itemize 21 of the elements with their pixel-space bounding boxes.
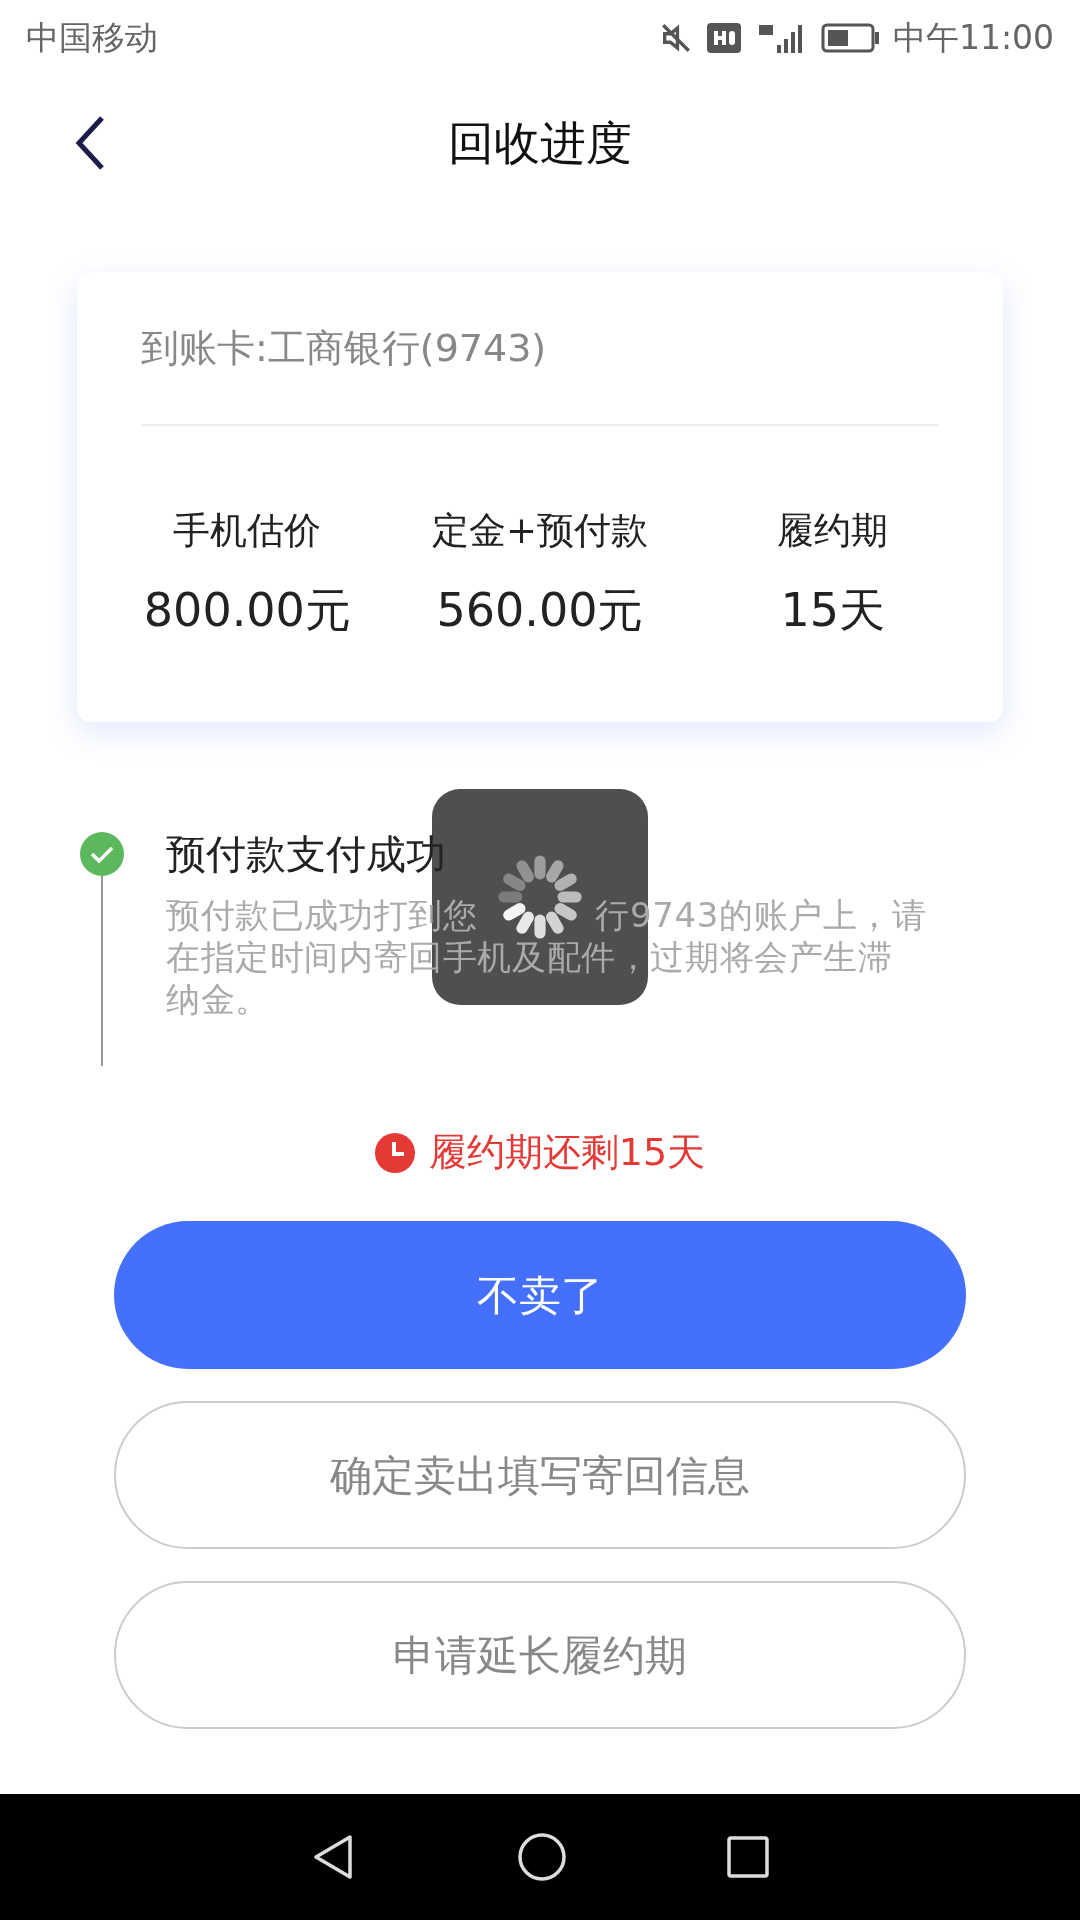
stat-value: 560.00元 [436, 582, 644, 640]
action-button[interactable]: 不卖了 [114, 1221, 966, 1369]
action-button[interactable]: 确定卖出填写寄回信息 [114, 1401, 966, 1549]
stat-value: 800.00元 [143, 582, 351, 640]
step-description: 纳金。 [166, 978, 270, 1020]
account-label: 到账卡:工商银行(9743) [141, 272, 939, 426]
action-button[interactable]: 申请延长履约期 [114, 1581, 966, 1729]
carrier-name: 中国移动 [26, 17, 158, 60]
home-nav-icon[interactable] [517, 1832, 567, 1882]
hd-icon [706, 23, 741, 53]
page-title: 回收进度 [448, 114, 632, 172]
recents-nav-icon[interactable] [726, 1835, 771, 1879]
stat-label: 定金+预付款 [432, 507, 648, 554]
stat-value: 15天 [780, 582, 885, 640]
countdown-text: 履约期还剩15天 [428, 1129, 706, 1176]
stat-label: 履约期 [777, 507, 889, 554]
battery-icon [820, 23, 879, 53]
clock-icon [374, 1132, 415, 1173]
stat-label: 手机估价 [173, 507, 322, 554]
clock-time: 中午11:00 [892, 17, 1054, 60]
back-icon [74, 115, 106, 171]
